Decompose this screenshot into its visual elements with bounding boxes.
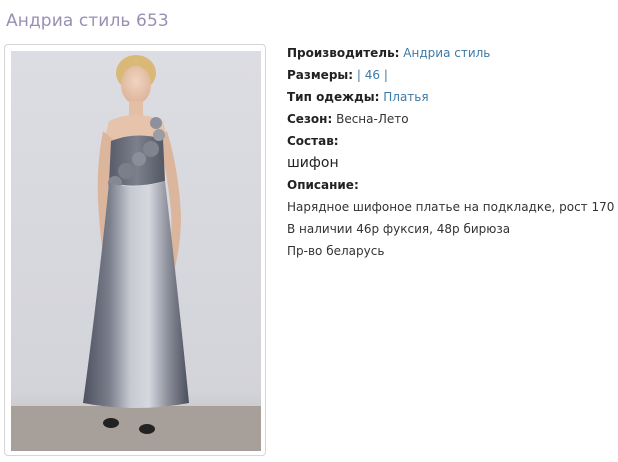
product-photo[interactable] bbox=[11, 51, 261, 451]
type-link[interactable]: Платья bbox=[383, 90, 428, 104]
product-title: Андриа стиль 653 bbox=[6, 11, 169, 31]
description-row: Описание: bbox=[287, 174, 613, 196]
type-label: Тип одежды: bbox=[287, 90, 380, 104]
product-details: Производитель: Андриа стиль Размеры: | 4… bbox=[287, 42, 618, 262]
dress-photo-illustration bbox=[11, 51, 261, 451]
season-label: Сезон: bbox=[287, 112, 333, 126]
description-line: В наличии 46р фуксия, 48р бирюза bbox=[287, 222, 511, 236]
manufacturer-label: Производитель: bbox=[287, 46, 400, 60]
composition-row: Состав: bbox=[287, 130, 613, 152]
sizes-label: Размеры: bbox=[287, 68, 354, 82]
composition-value: шифон bbox=[287, 155, 339, 171]
product-photo-frame[interactable] bbox=[4, 44, 266, 456]
manufacturer-link[interactable]: Андриа стиль bbox=[403, 46, 490, 60]
description-line: Пр-во беларусь bbox=[287, 244, 385, 258]
season-row: Сезон: Весна-Лето bbox=[287, 108, 613, 130]
composition-label: Состав: bbox=[287, 134, 339, 148]
season-value: Весна-Лето bbox=[336, 112, 409, 126]
manufacturer-row: Производитель: Андриа стиль bbox=[287, 42, 613, 64]
sizes-value[interactable]: | 46 | bbox=[357, 68, 388, 82]
description-label: Описание: bbox=[287, 178, 359, 192]
type-row: Тип одежды: Платья bbox=[287, 86, 613, 108]
sizes-row: Размеры: | 46 | bbox=[287, 64, 613, 86]
description-line: Нарядное шифоное платье на подкладке, ро… bbox=[287, 200, 618, 214]
product-page: Андриа стиль 653 Производитель: Андриа с… bbox=[0, 0, 618, 462]
